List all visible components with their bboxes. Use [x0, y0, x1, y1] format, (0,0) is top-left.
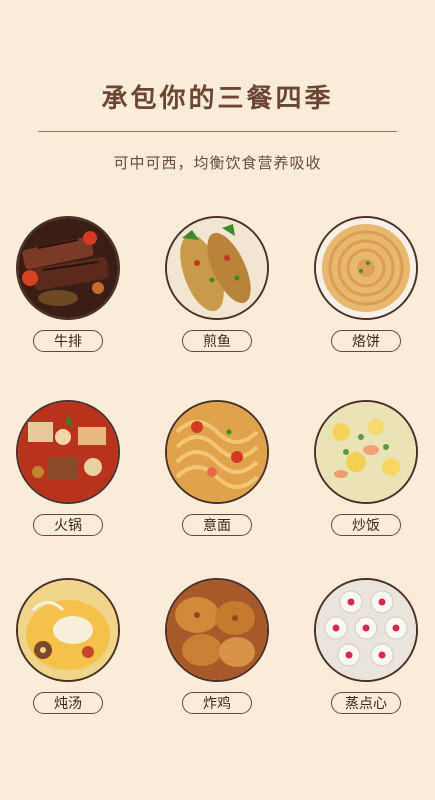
- dish-label: 烙饼: [331, 330, 401, 352]
- fried-rice-photo: [314, 400, 418, 504]
- dish-item-hotpot[interactable]: 火锅: [13, 400, 123, 536]
- steamed-dimsum-photo: [314, 578, 418, 682]
- dish-item-stew-soup[interactable]: 炖汤: [13, 578, 123, 714]
- dish-item-fried-rice[interactable]: 炒饭: [311, 400, 421, 536]
- page-title: 承包你的三餐四季: [101, 84, 334, 114]
- dish-item-fried-chicken[interactable]: 炸鸡: [162, 578, 272, 714]
- fried-fish-photo: [165, 216, 269, 320]
- dish-label: 火锅: [33, 514, 103, 536]
- dish-label: 意面: [182, 514, 252, 536]
- dish-item-pancake[interactable]: 烙饼: [311, 216, 421, 352]
- dish-label: 煎鱼: [182, 330, 252, 352]
- dish-item-steak[interactable]: 牛排: [13, 216, 123, 352]
- hotpot-photo: [16, 400, 120, 504]
- fried-chicken-photo: [165, 578, 269, 682]
- steak-photo: [16, 216, 120, 320]
- pancake-photo: [314, 216, 418, 320]
- dish-label: 炒饭: [331, 514, 401, 536]
- stew-soup-photo: [16, 578, 120, 682]
- dish-item-steamed-dimsum[interactable]: 蒸点心: [311, 578, 421, 714]
- dish-label: 蒸点心: [331, 692, 401, 714]
- dish-label: 炸鸡: [182, 692, 252, 714]
- dish-item-fried-fish[interactable]: 煎鱼: [162, 216, 272, 352]
- page-subtitle: 可中可西，均衡饮食营养吸收: [113, 154, 322, 172]
- title-divider: [38, 131, 397, 132]
- dish-label: 牛排: [33, 330, 103, 352]
- dish-item-spaghetti[interactable]: 意面: [162, 400, 272, 536]
- spaghetti-photo: [165, 400, 269, 504]
- dish-label: 炖汤: [33, 692, 103, 714]
